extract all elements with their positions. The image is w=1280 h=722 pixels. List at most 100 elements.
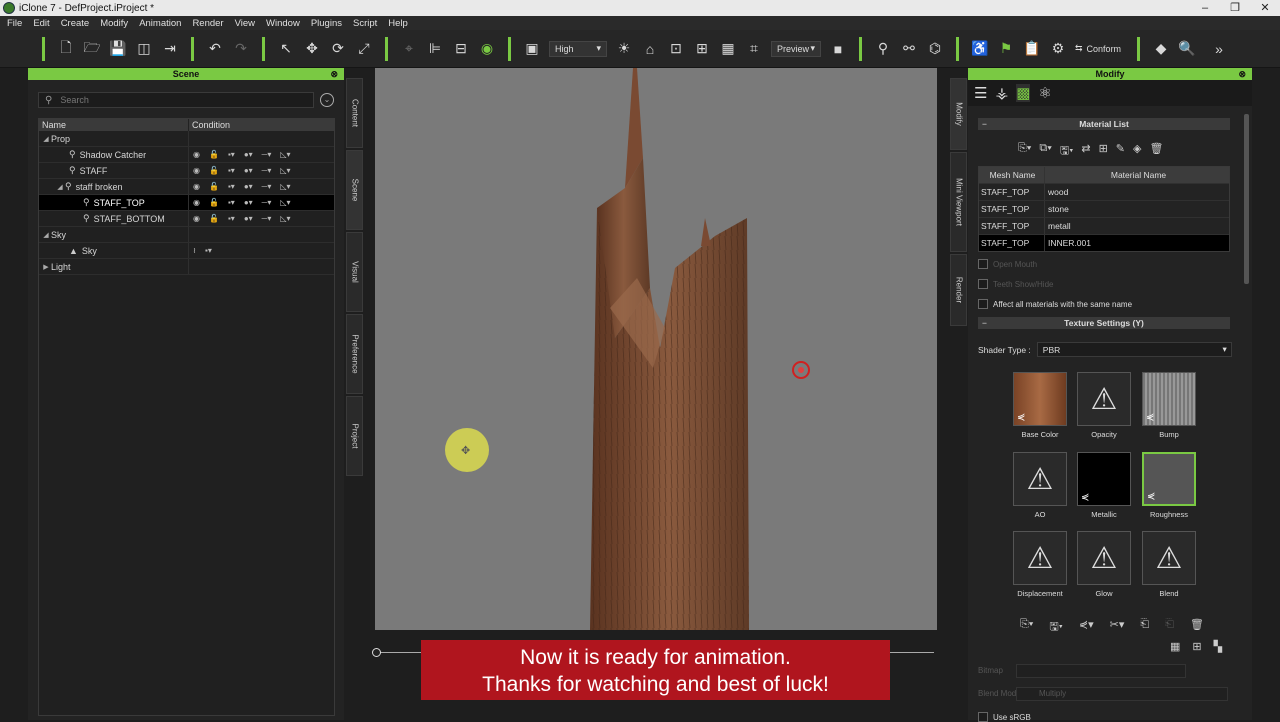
texture-slot-roughness[interactable]: ⋞ Roughness bbox=[1141, 452, 1197, 519]
light-bulb-icon[interactable]: ●▾ bbox=[244, 182, 253, 191]
lock-icon[interactable]: 🔓 bbox=[209, 182, 219, 191]
layout-icon[interactable]: ⊟ bbox=[450, 38, 472, 60]
texture-slot-opacity[interactable]: ⚠ Opacity bbox=[1076, 372, 1132, 439]
shadow-icon[interactable]: ◺▾ bbox=[280, 198, 290, 207]
frame-icon[interactable]: ⊞ bbox=[691, 38, 713, 60]
texture-slot-displacement[interactable]: ⚠ Displacement bbox=[1012, 531, 1068, 598]
save-texture-icon[interactable]: 🖫▾ bbox=[1049, 618, 1062, 637]
tile-icon[interactable]: ⊞ bbox=[1192, 640, 1201, 653]
expand-arrow-icon[interactable]: ◢ bbox=[41, 231, 51, 239]
tree-row-staff-bottom[interactable]: ⚲ STAFF_BOTTOM ◉ 🔓 ▪▾ ●▾ ─▾ ◺▾ bbox=[39, 211, 334, 227]
fit-icon[interactable]: ⊡ bbox=[665, 38, 687, 60]
character-icon[interactable]: ♿ bbox=[969, 38, 991, 60]
light-bulb-icon[interactable]: ●▾ bbox=[244, 166, 253, 175]
more-icon[interactable]: » bbox=[1208, 38, 1230, 60]
menu-modify[interactable]: Modify bbox=[95, 18, 134, 29]
expand-arrow-icon[interactable]: ◢ bbox=[55, 183, 65, 191]
ref-icon[interactable]: ⊞ bbox=[1099, 142, 1108, 161]
lock-icon[interactable]: 🔓 bbox=[209, 198, 219, 207]
save-icon[interactable]: 💾 bbox=[107, 38, 129, 60]
camera-icon[interactable]: ■ bbox=[827, 38, 849, 60]
tree-row-staff-top[interactable]: ⚲ STAFF_TOP ◉ 🔓 ▪▾ ●▾ ─▾ ◺▾ bbox=[39, 195, 334, 211]
menu-help[interactable]: Help bbox=[383, 18, 414, 29]
clipboard-icon[interactable]: 📋 bbox=[1021, 38, 1043, 60]
texture-slot-glow[interactable]: ⚠ Glow bbox=[1076, 531, 1132, 598]
eye-icon[interactable]: ◉ bbox=[193, 150, 200, 159]
eye-icon[interactable]: ◉ bbox=[193, 182, 200, 191]
material-row-selected[interactable]: STAFF_TOP INNER.001 bbox=[979, 234, 1229, 251]
cut-icon[interactable]: ✂▾ bbox=[1110, 618, 1125, 637]
menu-script[interactable]: Script bbox=[348, 18, 383, 29]
texture-slot-metallic[interactable]: ⋞ Metallic bbox=[1076, 452, 1132, 519]
tree-row-light[interactable]: ▶ Light bbox=[39, 259, 334, 275]
column-name[interactable]: Name bbox=[39, 119, 189, 131]
mesh-name-header[interactable]: Mesh Name bbox=[979, 167, 1045, 183]
maximize-button[interactable]: ❐ bbox=[1220, 0, 1250, 16]
menu-create[interactable]: Create bbox=[56, 18, 96, 29]
paste-icon[interactable]: ⎗ bbox=[1165, 618, 1174, 637]
material-row[interactable]: STAFF_TOP wood bbox=[979, 183, 1229, 200]
tab-render[interactable]: Render bbox=[950, 254, 967, 326]
camera-frame-icon[interactable]: ⌗ bbox=[743, 38, 765, 60]
lock-icon[interactable]: 🔓 bbox=[209, 166, 219, 175]
lock-icon[interactable]: 🔓 bbox=[209, 214, 219, 223]
eye-icon[interactable]: ◉ bbox=[193, 166, 200, 175]
tree-row-staff-broken[interactable]: ◢ ⚲ staff broken ◉ 🔓 ▪▾ ●▾ ─▾ ◺▾ bbox=[39, 179, 334, 195]
cube-icon[interactable]: ▪▾ bbox=[228, 214, 235, 223]
affect-all-option[interactable]: Affect all materials with the same name bbox=[978, 299, 1132, 309]
cube-icon[interactable]: ▪▾ bbox=[228, 166, 235, 175]
quality-dropdown[interactable]: High ▾ bbox=[549, 40, 607, 57]
swap-icon[interactable]: ⇄ bbox=[1081, 142, 1090, 161]
rotate-icon[interactable]: ⟳ bbox=[327, 38, 349, 60]
tree-row-sky[interactable]: ▲ Sky ≀ ▪▾ bbox=[39, 243, 334, 259]
launch-icon[interactable]: ⧉▾ bbox=[1039, 142, 1051, 161]
dash-icon[interactable]: ─▾ bbox=[262, 182, 272, 191]
viewport-layout-icon[interactable]: ▣ bbox=[521, 38, 543, 60]
material-row[interactable]: STAFF_TOP stone bbox=[979, 200, 1229, 217]
zoom-icon[interactable]: 🔍 bbox=[1176, 38, 1198, 60]
export-icon[interactable]: ⇥ bbox=[159, 38, 181, 60]
cube-icon[interactable]: ▪▾ bbox=[228, 150, 235, 159]
eye-icon[interactable]: ◉ bbox=[193, 214, 200, 223]
grid-icon[interactable]: ▦ bbox=[717, 38, 739, 60]
menu-render[interactable]: Render bbox=[187, 18, 229, 29]
light-bulb-icon[interactable]: ●▾ bbox=[244, 214, 253, 223]
column-condition[interactable]: Condition bbox=[189, 119, 230, 131]
filter-chevron-icon[interactable]: ⌄ bbox=[320, 93, 334, 107]
render-icon[interactable]: ◫ bbox=[133, 38, 155, 60]
pick-icon[interactable]: ⌖ bbox=[398, 38, 420, 60]
shadow-icon[interactable]: ◺▾ bbox=[280, 166, 290, 175]
grid-view-icon[interactable]: ▦ bbox=[1170, 640, 1180, 653]
menu-window[interactable]: Window bbox=[261, 18, 306, 29]
new-file-icon[interactable]: 🗋 bbox=[55, 38, 77, 60]
open-folder-icon[interactable]: 🗁 bbox=[81, 38, 103, 60]
save-material-icon[interactable]: 🖫▾ bbox=[1060, 142, 1073, 161]
material-list-section[interactable]: − Material List bbox=[978, 118, 1230, 130]
expand-arrow-icon[interactable]: ◢ bbox=[41, 135, 51, 143]
tab-project[interactable]: Project bbox=[346, 396, 363, 476]
menu-edit[interactable]: Edit bbox=[28, 18, 55, 29]
tree-row-shadow-catcher[interactable]: ⚲ Shadow Catcher ◉ 🔓 ▪▾ ●▾ ─▾ ◺▾ bbox=[39, 147, 334, 163]
diamond-icon[interactable]: ◆ bbox=[1150, 38, 1172, 60]
texture-slot-ao[interactable]: ⚠ AO bbox=[1012, 452, 1068, 519]
tree-row-prop[interactable]: ◢ Prop bbox=[39, 131, 334, 147]
wand-icon[interactable]: ⚙ bbox=[1047, 38, 1069, 60]
delete-icon[interactable]: 🗑 bbox=[1149, 142, 1163, 161]
paint-icon[interactable]: ◈ bbox=[1133, 142, 1141, 161]
ik-icon[interactable]: ⚲ bbox=[872, 38, 894, 60]
close-button[interactable]: ✕ bbox=[1250, 0, 1280, 16]
dash-icon[interactable]: ─▾ bbox=[262, 198, 272, 207]
menu-animation[interactable]: Animation bbox=[134, 18, 187, 29]
dash-icon[interactable]: ─▾ bbox=[262, 166, 272, 175]
delete-texture-icon[interactable]: 🗑 bbox=[1190, 618, 1204, 637]
physics-icon[interactable]: ⚛ bbox=[1038, 84, 1051, 102]
select-arrow-icon[interactable]: ↖ bbox=[275, 38, 297, 60]
rig-icon[interactable]: ⌬ bbox=[924, 38, 946, 60]
menu-plugins[interactable]: Plugins bbox=[306, 18, 348, 29]
texture-slot-bump[interactable]: ⋞ Bump bbox=[1141, 372, 1197, 439]
timeline-playhead[interactable] bbox=[372, 648, 381, 657]
material-name-header[interactable]: Material Name bbox=[1045, 167, 1229, 183]
conform-button[interactable]: ⇆ Conform bbox=[1075, 43, 1121, 54]
lock-icon[interactable]: 🔓 bbox=[209, 150, 219, 159]
scale-icon[interactable]: ⤢ bbox=[353, 38, 375, 60]
